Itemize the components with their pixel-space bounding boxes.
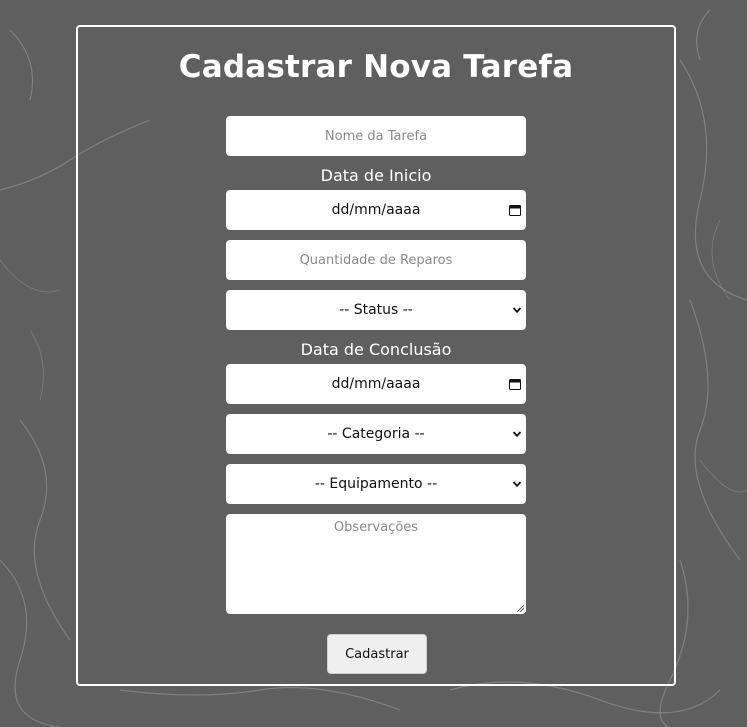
equipment-select[interactable]: -- Equipamento -- <box>226 464 526 504</box>
end-date-input[interactable]: dd/mm/aaaa <box>226 364 526 404</box>
submit-button[interactable]: Cadastrar <box>327 634 427 674</box>
category-select[interactable]: -- Categoria -- <box>226 414 526 454</box>
notes-textarea[interactable] <box>226 514 526 614</box>
chevron-down-icon <box>512 307 522 314</box>
start-date-label: Data de Inicio <box>320 166 432 185</box>
status-selected-value: -- Status -- <box>339 302 413 318</box>
start-date-value: dd/mm/aaaa <box>331 202 421 218</box>
chevron-down-icon <box>512 431 522 438</box>
calendar-icon[interactable] <box>509 378 521 390</box>
resize-grip-icon[interactable] <box>517 605 524 612</box>
end-date-label: Data de Conclusão <box>300 340 452 359</box>
calendar-icon[interactable] <box>509 204 521 216</box>
task-form-card: Cadastrar Nova Tarefa Data de Inicio dd/… <box>76 25 676 686</box>
end-date-value: dd/mm/aaaa <box>331 376 421 392</box>
task-name-input[interactable] <box>226 116 526 156</box>
status-select[interactable]: -- Status -- <box>226 290 526 330</box>
form-title: Cadastrar Nova Tarefa <box>178 49 574 85</box>
chevron-down-icon <box>512 481 522 488</box>
start-date-input[interactable]: dd/mm/aaaa <box>226 190 526 230</box>
equipment-selected-value: -- Equipamento -- <box>314 476 438 492</box>
repairs-quantity-input[interactable] <box>226 240 526 280</box>
category-selected-value: -- Categoria -- <box>327 426 425 442</box>
